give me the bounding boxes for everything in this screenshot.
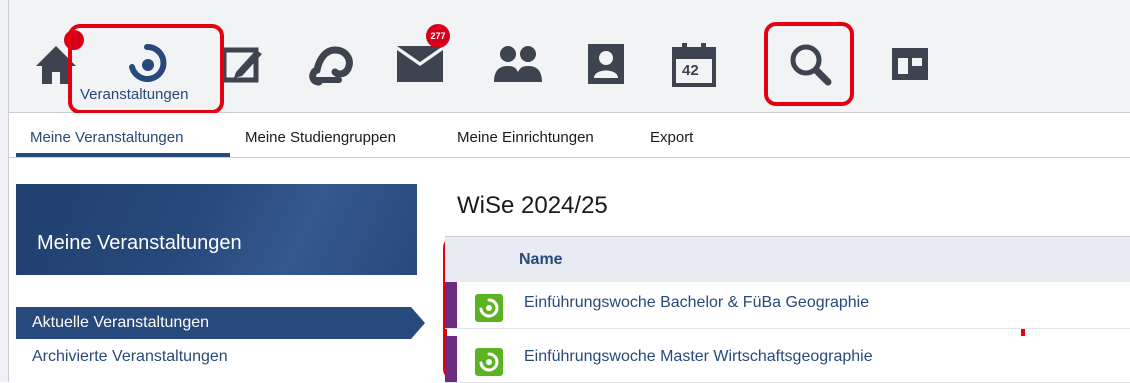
page-left-border: [0, 0, 9, 382]
course-icon[interactable]: [475, 348, 503, 376]
mail-count-badge: 277: [426, 24, 450, 48]
sidebar-item-current-courses[interactable]: Aktuelle Veranstaltungen: [16, 307, 425, 339]
messenger-icon[interactable]: [302, 36, 362, 92]
semester-heading: WiSe 2024/25: [457, 192, 608, 219]
subnav-my-courses[interactable]: Meine Veranstaltungen: [30, 129, 183, 146]
courses-label[interactable]: Veranstaltungen: [80, 86, 188, 103]
column-name-header[interactable]: Name: [519, 251, 563, 269]
search-icon[interactable]: [780, 36, 840, 92]
sidebar-item-label: Archivierte Veranstaltungen: [32, 348, 228, 365]
tools-icon[interactable]: [880, 36, 940, 92]
subnav-institutes[interactable]: Meine Einrichtungen: [457, 129, 594, 146]
table-row[interactable]: Einführungswoche Master Wirtschaftsgeogr…: [445, 336, 1130, 383]
subnav-active-underline: [16, 153, 230, 157]
top-navigation: Veranstaltungen 277 42: [0, 0, 1130, 113]
subnav-export[interactable]: Export: [650, 129, 693, 146]
row-color-marker: [445, 336, 457, 382]
community-icon[interactable]: [488, 36, 548, 92]
courses-icon[interactable]: [117, 36, 177, 92]
workspace-icon[interactable]: [212, 36, 272, 92]
home-notification-badge: [64, 30, 84, 50]
sidebar-header: Meine Veranstaltungen: [16, 184, 417, 275]
table-row[interactable]: Einführungswoche Bachelor & FüBa Geograp…: [445, 282, 1130, 329]
table-header: Name: [445, 236, 1130, 283]
sub-navigation: Meine Veranstaltungen Meine Studiengrupp…: [0, 113, 1130, 158]
course-name-link[interactable]: Einführungswoche Bachelor & FüBa Geograp…: [524, 294, 869, 312]
course-icon[interactable]: [475, 294, 503, 322]
sidebar-title: Meine Veranstaltungen: [37, 232, 242, 254]
calendar-icon[interactable]: 42: [664, 36, 724, 92]
course-name-link[interactable]: Einführungswoche Master Wirtschaftsgeogr…: [524, 348, 873, 366]
calendar-day-number: 42: [682, 62, 699, 79]
subnav-study-groups[interactable]: Meine Studiengruppen: [245, 129, 396, 146]
sidebar-item-archived-courses[interactable]: Archivierte Veranstaltungen: [16, 341, 411, 373]
row-color-marker: [445, 282, 457, 328]
profile-icon[interactable]: [576, 36, 636, 92]
sidebar-item-label: Aktuelle Veranstaltungen: [32, 314, 210, 331]
